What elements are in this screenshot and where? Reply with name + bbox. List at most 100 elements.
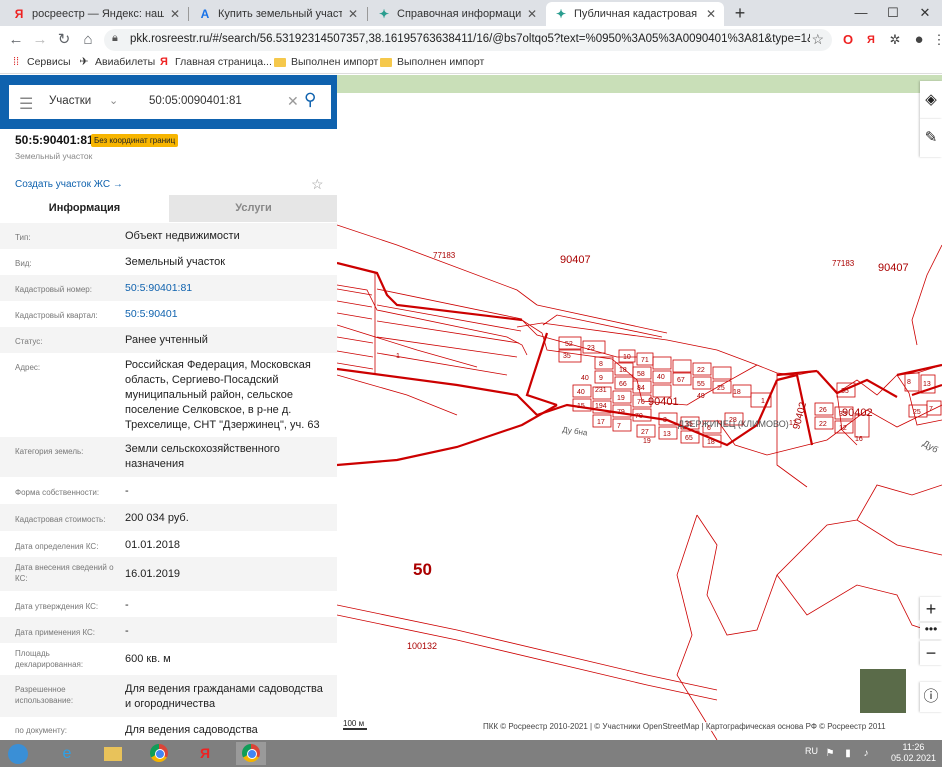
property-value: 600 кв. м: [125, 653, 171, 665]
chevron-down-icon[interactable]: ⌄: [109, 94, 118, 107]
internet-explorer-icon[interactable]: e: [52, 742, 82, 765]
language-indicator[interactable]: RU: [805, 746, 818, 756]
cadastral-quarter-link[interactable]: 50:5:90401: [125, 307, 325, 322]
browser-tab-reference[interactable]: ✦ Справочная информация по об ✕: [369, 2, 545, 26]
tray-flag-icon[interactable]: ⚑: [822, 742, 838, 765]
parcel-number: 76: [637, 399, 645, 406]
parcel-number: 7: [617, 423, 621, 430]
volume-icon[interactable]: ♪: [858, 742, 874, 765]
zoom-in-button[interactable]: +: [920, 597, 942, 621]
cadastral-number-title: 50:5:90401:81: [15, 133, 94, 147]
clear-icon[interactable]: ✕: [287, 93, 299, 110]
property-row: Дата утверждения КС: -: [0, 591, 337, 617]
layers-icon[interactable]: ◈: [920, 81, 942, 119]
bookmark-flights[interactable]: ✈ Авиабилеты: [78, 56, 155, 68]
info-tabs: Информация Услуги: [0, 195, 338, 222]
info-icon[interactable]: ⓘ: [920, 682, 942, 712]
parcel-number: 6: [707, 425, 711, 432]
close-icon[interactable]: ✕: [348, 7, 358, 21]
parcel-number: 3: [663, 417, 667, 424]
property-label: по документу:: [15, 726, 67, 735]
bookmark-folder-import-2[interactable]: Выполнен импорт: [380, 56, 484, 68]
bookmark-folder-import-1[interactable]: Выполнен импорт: [274, 56, 378, 68]
ruler-icon[interactable]: ✎: [920, 119, 942, 157]
property-label: Адрес:: [15, 363, 41, 372]
browser-tab-avito[interactable]: A Купить земельный участок, дом ✕: [190, 2, 366, 26]
property-row: Вид: Земельный участок: [0, 249, 337, 275]
tab-information[interactable]: Информация: [0, 195, 169, 222]
property-row: Категория земель: Земли сельскохозяйстве…: [0, 437, 337, 477]
property-label: Дата утверждения КС:: [15, 602, 99, 611]
search-icon[interactable]: ⚲: [304, 90, 316, 110]
parcel-number: 22: [697, 367, 705, 374]
property-value: -: [125, 485, 129, 497]
home-icon[interactable]: ⌂: [78, 30, 98, 50]
new-tab-button[interactable]: +: [729, 4, 751, 24]
chrome-active-icon[interactable]: [236, 742, 266, 765]
parcel-number: 8: [907, 379, 911, 386]
property-row: Тип: Объект недвижимости: [0, 223, 337, 249]
browser-toolbar: ← → ↻ ⌂ 🔒︎ pkk.rosreestr.ru/#/search/56.…: [0, 26, 942, 54]
browser-tab-yandex[interactable]: Я росреестр — Яндекс: нашлось ✕: [4, 2, 188, 26]
parcel-number: 9: [599, 375, 603, 382]
property-label: Категория земель:: [15, 447, 84, 456]
lock-icon[interactable]: 🔒︎: [112, 32, 118, 45]
favorite-star-icon[interactable]: ☆: [311, 176, 324, 193]
road-label: Дуб: [921, 438, 940, 455]
create-parcel-link[interactable]: Создать участок ЖС →: [15, 179, 123, 190]
cadastral-number-link[interactable]: 50:5:90401:81: [125, 281, 325, 296]
property-value: -: [125, 625, 129, 637]
property-row: Площадь декларированная: 600 кв. м: [0, 643, 337, 675]
close-icon[interactable]: ✕: [170, 7, 180, 21]
yandex-extension-icon[interactable]: Я: [862, 31, 880, 49]
scale-bar: 100 м: [343, 719, 367, 730]
parcel-number: 13: [923, 381, 931, 388]
parcel-number: 52: [565, 341, 573, 348]
address-bar[interactable]: 🔒︎ pkk.rosreestr.ru/#/search/56.53192314…: [104, 29, 832, 51]
yandex-browser-icon[interactable]: Я: [190, 742, 220, 765]
hamburger-menu-icon[interactable]: ☰: [19, 94, 33, 114]
bookmark-home[interactable]: Я Главная страница...: [158, 56, 272, 68]
parcel-number: 40: [577, 389, 585, 396]
back-arrow-icon[interactable]: ←: [6, 30, 26, 50]
chrome-icon[interactable]: [144, 742, 174, 765]
bookmark-services[interactable]: ⁞⁞ Сервисы: [10, 56, 71, 68]
basemap-switcher[interactable]: [859, 668, 907, 714]
forward-arrow-icon[interactable]: →: [30, 30, 50, 50]
tab-services[interactable]: Услуги: [169, 195, 338, 222]
opera-icon[interactable]: O: [839, 31, 857, 49]
parcel-number: 26: [819, 407, 827, 414]
property-value: Объект недвижимости: [125, 230, 240, 242]
search-input[interactable]: 50:05:0090401:81: [149, 95, 242, 107]
zoom-levels-icon[interactable]: •••: [920, 623, 942, 639]
minimize-button[interactable]: —: [846, 2, 876, 24]
profile-avatar-icon[interactable]: ●: [910, 31, 928, 49]
bookmark-label: Авиабилеты: [95, 56, 156, 68]
menu-kebab-icon[interactable]: ⋮: [930, 31, 942, 49]
maximize-button[interactable]: ☐: [878, 2, 908, 24]
close-window-button[interactable]: ✕: [910, 2, 940, 24]
quarter-label: 90401: [648, 396, 679, 408]
map-canvas[interactable]: 77183 90407 77183 90407 90401 90402 9040…: [337, 75, 942, 740]
district-label: 50: [413, 560, 432, 579]
close-icon[interactable]: ✕: [706, 7, 716, 21]
search-bar: ☰ Участки ⌄ 50:05:0090401:81 ✕ ⚲ ‹: [0, 75, 349, 129]
cadastral-map[interactable]: 77183 90407 77183 90407 90401 90402 9040…: [337, 75, 942, 740]
file-explorer-icon[interactable]: [98, 742, 128, 765]
start-button[interactable]: [2, 742, 34, 765]
property-value: Российская Федерация, Московская область…: [125, 359, 320, 431]
browser-tab-cadastral-map[interactable]: ✦ Публичная кадастровая карта ✕: [546, 2, 724, 26]
url-text[interactable]: pkk.rosreestr.ru/#/search/56.53192314507…: [130, 33, 810, 45]
network-icon[interactable]: ▮: [840, 742, 856, 765]
search-type-select[interactable]: Участки: [49, 95, 91, 107]
parcel-number: 35: [841, 388, 849, 395]
puzzle-extensions-icon[interactable]: ✲: [886, 31, 904, 49]
parcel-number: 55: [697, 381, 705, 388]
quarter-label: 100132: [407, 641, 437, 651]
bookmark-star-icon[interactable]: ☆: [811, 31, 824, 48]
close-icon[interactable]: ✕: [527, 7, 537, 21]
reload-icon[interactable]: ↻: [54, 30, 74, 50]
parcel-number: 66: [619, 381, 627, 388]
taskbar-clock[interactable]: 11:26 05.02.2021: [891, 742, 936, 764]
zoom-out-button[interactable]: −: [920, 641, 942, 665]
